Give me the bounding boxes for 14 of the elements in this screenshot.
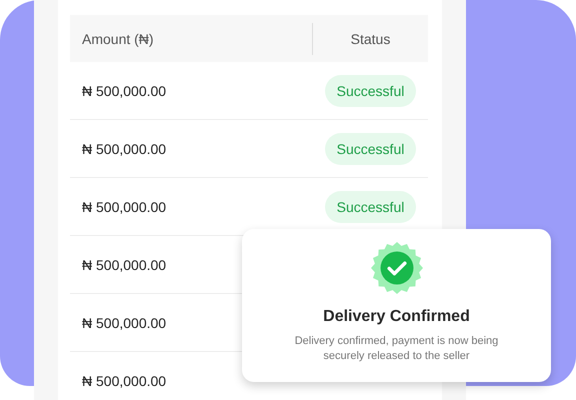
amount-text: ₦ 500,000.00 <box>81 314 168 330</box>
status-badge: Successful <box>324 132 416 164</box>
column-header: Amount (₦) <box>70 22 313 54</box>
status-badge: Successful <box>324 190 416 222</box>
toast-message: Delivery confirmed, payment is now being securely released to the seller <box>294 334 500 364</box>
status-badge: Successful <box>324 74 416 106</box>
toast-title: Delivery Confirmed <box>323 308 470 326</box>
amount-text: ₦ 500,000.00 <box>81 372 168 388</box>
amount-text: ₦ 500,000.00 <box>81 82 168 98</box>
column-header: Status <box>350 30 392 46</box>
check-badge-icon <box>370 242 422 294</box>
amount-text: ₦ 500,000.00 <box>81 140 168 156</box>
amount-text: ₦ 500,000.00 <box>81 198 168 214</box>
amount-text: ₦ 500,000.00 <box>81 256 168 272</box>
